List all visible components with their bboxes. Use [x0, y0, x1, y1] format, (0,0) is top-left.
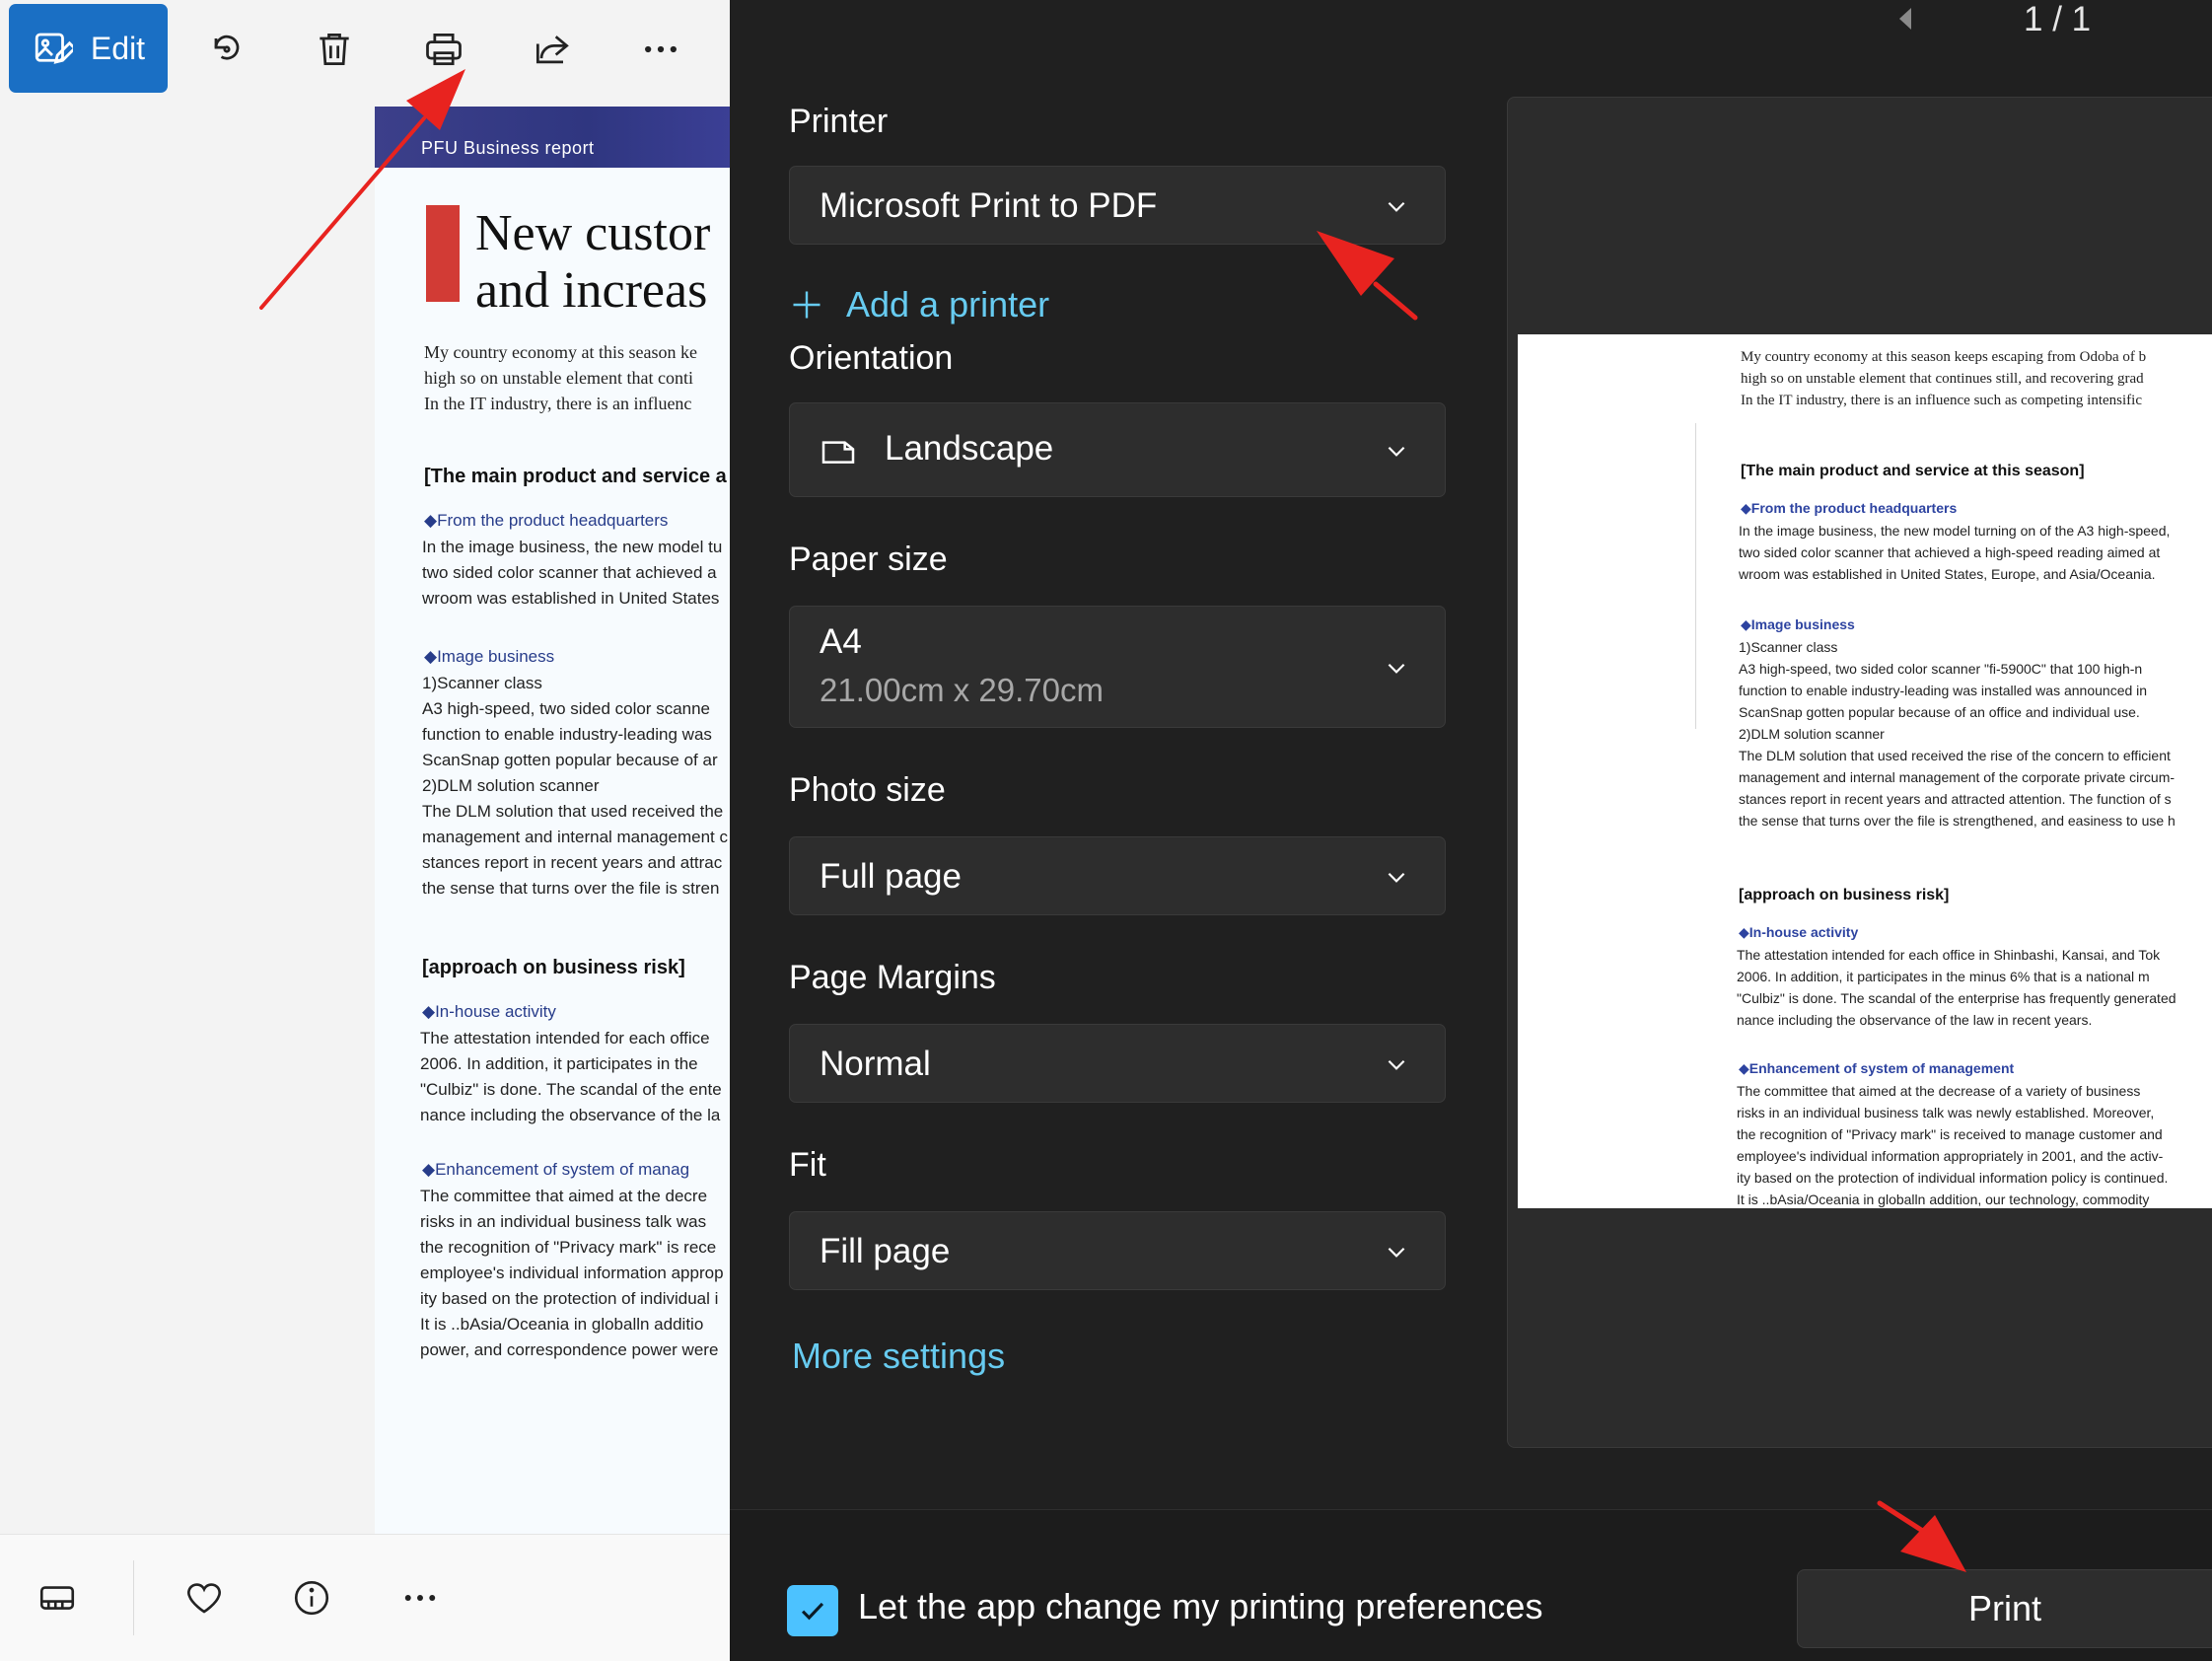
paper-size-value: A4 [820, 622, 862, 661]
print-button[interactable]: Print [1797, 1569, 2212, 1648]
preview-section-1: [The main product and service at this se… [1741, 463, 2085, 479]
print-icon[interactable] [412, 18, 475, 81]
preview-paragraph: The committee that aimed at the decrease… [1737, 1083, 2169, 1207]
edit-label: Edit [90, 30, 146, 66]
print-dialog: Printer Microsoft Print to PDF Add a pri… [730, 0, 2212, 1661]
document-paragraph: 1)Scanner class A3 high-speed, two sided… [422, 674, 728, 898]
fit-dropdown[interactable]: Fill page [789, 1211, 1446, 1290]
printer-dropdown[interactable]: Microsoft Print to PDF [789, 166, 1446, 245]
preview-subheading: ◆In-house activity [1739, 924, 1859, 940]
document-intro: My country economy at this season ke hig… [424, 342, 697, 413]
preview-paragraph: The attestation intended for each office… [1737, 947, 2176, 1028]
paper-size-dimensions: 21.00cm x 29.70cm [820, 672, 1104, 708]
document-band-text: PFU Business report [421, 138, 595, 158]
bottom-bar-divider [133, 1560, 134, 1635]
document-paragraph: In the image business, the new model tu … [422, 538, 723, 608]
previous-page-icon[interactable] [1895, 6, 1915, 32]
chevron-down-icon [1388, 663, 1405, 674]
document-paragraph: The committee that aimed at the decre ri… [420, 1187, 724, 1359]
preview-section-2: [approach on business risk] [1739, 887, 1950, 903]
paper-size-dropdown[interactable]: A4 21.00cm x 29.70cm [789, 606, 1446, 728]
page-counter: 1 / 1 [2024, 0, 2092, 38]
fit-value: Fill page [820, 1232, 951, 1270]
orientation-value: Landscape [885, 429, 1054, 468]
share-icon[interactable] [521, 18, 584, 81]
rotate-icon[interactable] [195, 18, 258, 81]
document-paragraph: The attestation intended for each office… [420, 1029, 722, 1124]
document-red-bar [426, 205, 460, 302]
more-icon[interactable] [389, 1566, 452, 1629]
chevron-down-icon [1388, 446, 1405, 457]
print-settings-panel: Printer Microsoft Print to PDF Add a pri… [730, 0, 1479, 1509]
more-settings-link[interactable]: More settings [792, 1336, 1005, 1377]
checkmark-icon [801, 1602, 824, 1621]
edit-icon [35, 33, 73, 64]
photo-size-value: Full page [820, 857, 962, 896]
preview-subheading: ◆From the product headquarters [1741, 500, 1958, 516]
preferences-checkbox-label: Let the app change my printing preferenc… [858, 1586, 1543, 1626]
preview-paragraph: In the image business, the new model tur… [1739, 523, 2171, 582]
print-preview-page: My country economy at this season keeps … [1518, 334, 2212, 1208]
document-subheading: ◆Enhancement of system of manag [422, 1160, 690, 1179]
photo-size-dropdown[interactable]: Full page [789, 836, 1446, 915]
chevron-down-icon [1388, 872, 1405, 883]
document-section-1: [The main product and service a [424, 466, 727, 487]
plus-icon [793, 291, 821, 319]
delete-icon[interactable] [303, 18, 366, 81]
add-printer-link[interactable]: Add a printer [789, 280, 1049, 329]
paper-size-label: Paper size [789, 541, 948, 578]
printer-label: Printer [789, 103, 889, 140]
page-margins-value: Normal [820, 1045, 931, 1083]
page-margins-dropdown[interactable]: Normal [789, 1024, 1446, 1103]
preview-subheading: ◆Image business [1741, 616, 1855, 632]
document-headline-2: and increas [475, 262, 708, 319]
orientation-dropdown[interactable]: Landscape [789, 402, 1446, 497]
edit-button[interactable]: Edit [9, 4, 168, 93]
preview-fold-line [1695, 423, 1696, 729]
orientation-label: Orientation [789, 339, 954, 377]
filmstrip-icon[interactable] [26, 1566, 89, 1629]
info-icon[interactable] [280, 1566, 343, 1629]
print-preview-panel: My country economy at this season keeps … [1507, 97, 2212, 1448]
preferences-checkbox[interactable] [787, 1585, 838, 1636]
photos-app: Edit PFU Business report New custor and … [0, 0, 730, 1661]
document-subheading: ◆In-house activity [422, 1002, 556, 1021]
photo-bottom-bar [0, 1534, 730, 1661]
document-section-2: [approach on business risk] [422, 957, 685, 978]
favorite-icon[interactable] [173, 1566, 236, 1629]
chevron-down-icon [1388, 201, 1405, 212]
fit-label: Fit [789, 1146, 826, 1184]
chevron-down-icon [1388, 1247, 1405, 1258]
print-dialog-footer: Let the app change my printing preferenc… [730, 1509, 2212, 1661]
printer-value: Microsoft Print to PDF [820, 186, 1158, 225]
preview-subheading: ◆Enhancement of system of management [1739, 1060, 2015, 1076]
more-icon[interactable] [629, 18, 692, 81]
document-subheading: ◆Image business [424, 647, 555, 666]
document-subheading: ◆From the product headquarters [424, 511, 669, 530]
photo-toolbar: Edit [0, 0, 730, 99]
landscape-page-icon [821, 441, 855, 464]
page-margins-label: Page Margins [789, 959, 996, 996]
chevron-down-icon [1388, 1059, 1405, 1070]
document-headline-1: New custor [475, 205, 711, 261]
document-image: PFU Business report New custor and incre… [375, 107, 730, 1537]
preview-paragraph: 1)Scanner class A3 high-speed, two sided… [1739, 639, 2176, 829]
photo-size-label: Photo size [789, 771, 946, 809]
preview-intro: My country economy at this season keeps … [1741, 349, 2147, 408]
add-printer-label: Add a printer [846, 284, 1050, 325]
